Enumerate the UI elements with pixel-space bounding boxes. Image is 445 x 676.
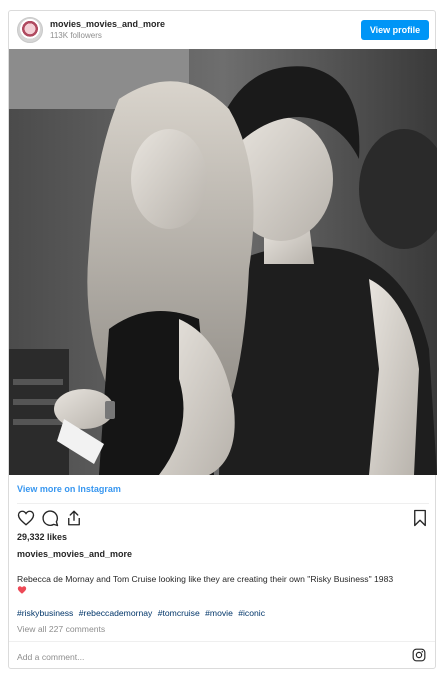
divider: [17, 503, 429, 504]
hashtags: #riskybusiness #rebeccademornay #tomcrui…: [17, 608, 268, 618]
hashtag-link[interactable]: #rebeccademornay: [79, 608, 153, 618]
share-icon[interactable]: [65, 509, 83, 527]
hashtag-link[interactable]: #riskybusiness: [17, 608, 73, 618]
caption: Rebecca de Mornay and Tom Cruise looking…: [17, 573, 431, 595]
heart-icon[interactable]: [17, 509, 35, 527]
photo-image: [9, 49, 437, 475]
caption-username[interactable]: movies_movies_and_more: [17, 549, 132, 559]
view-profile-button[interactable]: View profile: [361, 20, 429, 40]
post-header: movies_movies_and_more 113K followers Vi…: [9, 11, 435, 49]
view-more-link[interactable]: View more on Instagram: [17, 484, 121, 494]
add-comment-field[interactable]: Add a comment...: [17, 652, 84, 662]
hashtag-link[interactable]: #tomcruise: [158, 608, 200, 618]
bookmark-icon[interactable]: [411, 509, 429, 527]
view-all-comments-link[interactable]: View all 227 comments: [17, 624, 105, 634]
red-heart-emoji-icon: [17, 586, 27, 594]
username[interactable]: movies_movies_and_more: [50, 19, 165, 29]
comment-icon[interactable]: [41, 509, 59, 527]
divider: [9, 641, 435, 642]
hashtag-link[interactable]: #movie: [205, 608, 233, 618]
caption-text: Rebecca de Mornay and Tom Cruise looking…: [17, 574, 394, 584]
post-photo[interactable]: [9, 49, 437, 475]
instagram-embed-card: movies_movies_and_more 113K followers Vi…: [8, 10, 437, 669]
followers-count: 113K followers: [50, 31, 102, 40]
instagram-logo-icon[interactable]: [412, 648, 426, 662]
hashtag-link[interactable]: #iconic: [238, 608, 265, 618]
action-bar: [17, 509, 429, 527]
avatar[interactable]: [17, 17, 43, 43]
likes-count[interactable]: 29,332 likes: [17, 532, 67, 542]
